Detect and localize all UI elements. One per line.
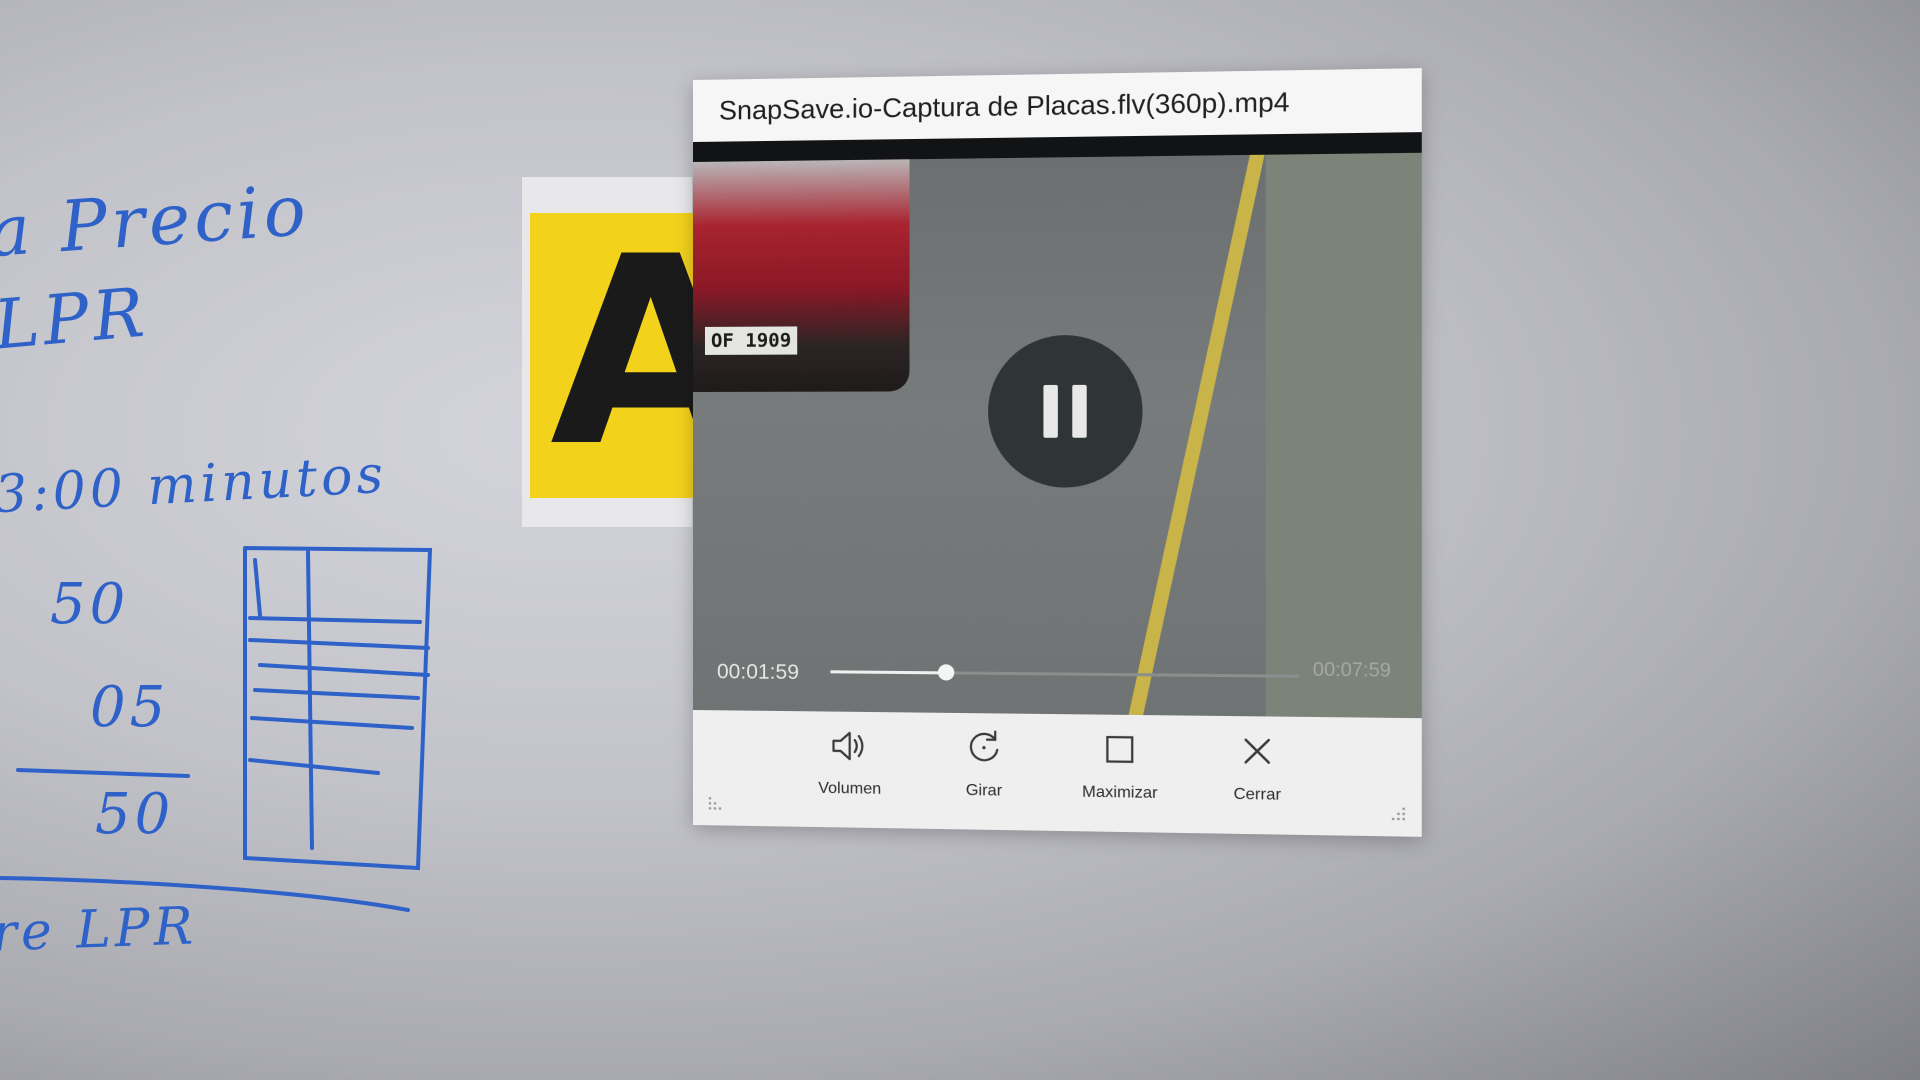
handwriting-line-2: LPR	[0, 273, 152, 366]
car-license-plate: OF 1909	[704, 326, 798, 355]
speaker-icon	[827, 724, 871, 769]
rotate-label: Girar	[965, 781, 1003, 800]
seek-bar-handle[interactable]	[937, 664, 955, 681]
handwriting-line-4: 50	[50, 572, 130, 637]
maximize-label: Maximizar	[1082, 783, 1158, 802]
yellow-plate-graphic: AZ	[530, 213, 700, 498]
handwriting-line-7: re LPR	[0, 896, 198, 964]
video-frame-sidewalk	[1265, 152, 1422, 719]
maximize-button[interactable]: Maximizar	[1078, 727, 1161, 833]
player-titlebar[interactable]: SnapSave.io-Captura de Placas.flv(360p).…	[693, 68, 1422, 142]
plate-graphic-text: AZ	[550, 213, 700, 498]
video-area[interactable]: OF 1909 00:01:59 00:07:59	[693, 132, 1422, 719]
maximize-icon	[1097, 727, 1143, 772]
pause-button[interactable]	[988, 334, 1143, 488]
close-button[interactable]: Cerrar	[1215, 728, 1299, 835]
close-icon	[1234, 728, 1280, 774]
total-time: 00:07:59	[1312, 659, 1391, 682]
resize-grip-right-icon[interactable]	[1388, 805, 1407, 824]
player-title: SnapSave.io-Captura de Placas.flv(360p).…	[718, 86, 1290, 126]
pause-icon	[1043, 384, 1087, 438]
handwriting-line-5: 05	[90, 675, 170, 740]
volume-button[interactable]: Volumen	[809, 723, 890, 828]
rotate-button[interactable]: Girar	[943, 725, 1025, 830]
player-controls: Volumen Girar Maximizar Cerrar	[693, 710, 1422, 837]
current-time: 00:01:59	[716, 660, 799, 685]
video-frame-car: OF 1909	[693, 159, 910, 392]
close-label: Cerrar	[1233, 785, 1282, 804]
handwriting-line-6: 50	[95, 782, 175, 847]
resize-grip-left-icon[interactable]	[707, 795, 725, 813]
rotate-icon	[961, 725, 1006, 770]
volume-label: Volumen	[818, 779, 882, 798]
video-player-window: SnapSave.io-Captura de Placas.flv(360p).…	[693, 68, 1422, 837]
